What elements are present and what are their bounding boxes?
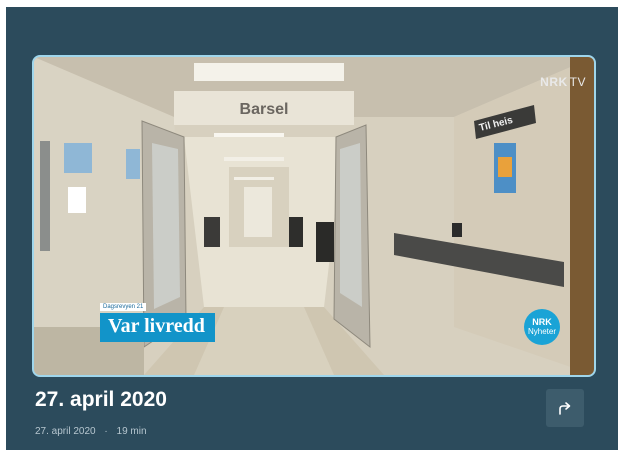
tv-logo-text: TV [569, 75, 586, 89]
lower-third: Dagsrevyen 21 Var livredd [100, 295, 215, 342]
episode-duration: 19 min [116, 426, 147, 437]
video-headline: Var livredd [100, 313, 215, 342]
nrk-logo-text: NRK [540, 75, 568, 89]
meta-separator: · [104, 426, 108, 437]
video-player[interactable]: Barsel Til heis NRK TV Dagsrevyen 21 Var… [32, 55, 596, 377]
nrk-tv-logo: NRK TV [540, 75, 586, 89]
episode-meta: 27. april 2020 · 19 min [35, 426, 147, 437]
program-tag: Dagsrevyen 21 [100, 303, 147, 311]
episode-date: 27. april 2020 [35, 426, 96, 437]
badge-line-2: Nyheter [527, 327, 556, 336]
episode-title: 27. april 2020 [35, 388, 167, 411]
share-button[interactable] [546, 389, 584, 427]
badge-line-1: NRK [532, 317, 552, 327]
barsel-sign: Barsel [240, 101, 289, 118]
nrk-nyheter-badge: NRK Nyheter [524, 309, 560, 345]
share-arrow-icon [559, 402, 571, 415]
